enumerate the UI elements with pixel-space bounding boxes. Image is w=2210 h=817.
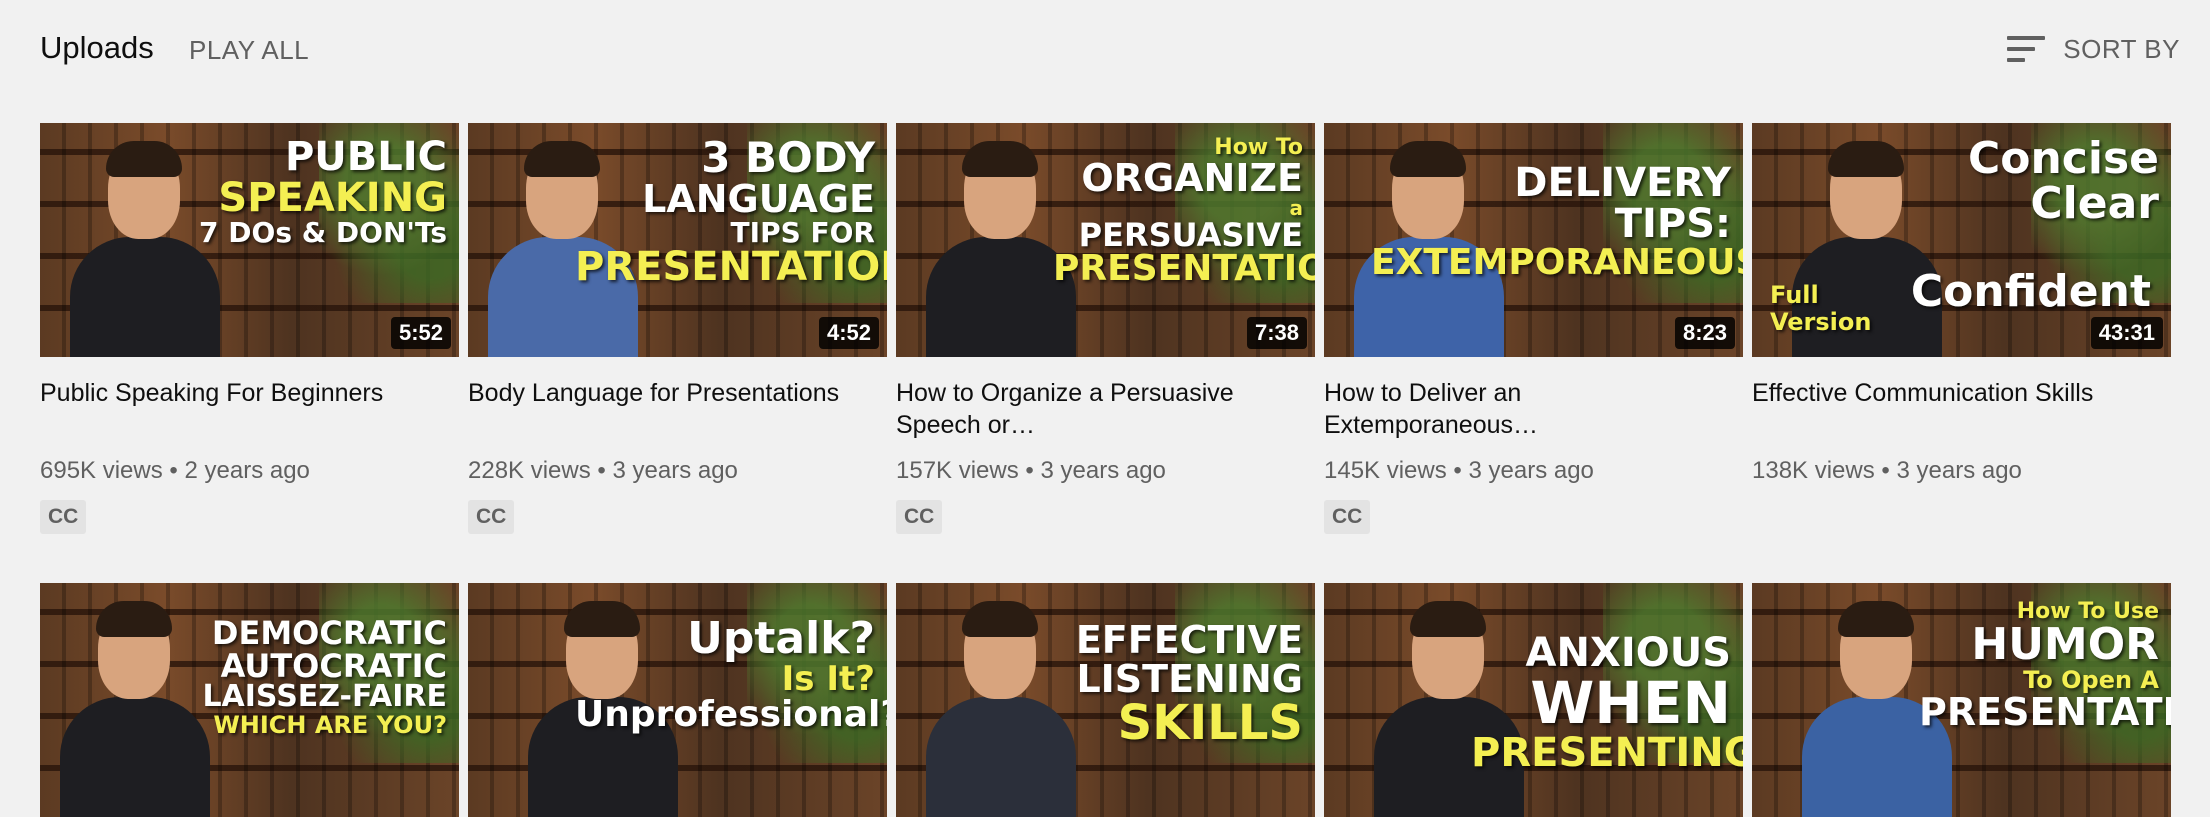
thumbnail-text: How To Use HUMOR To Open A PRESENTATION <box>1919 599 2171 734</box>
video-thumbnail[interactable]: 3 BODY LANGUAGE TIPS FOR PRESENTATIONS 4… <box>468 123 887 357</box>
cc-badge: CC <box>1324 500 1371 534</box>
video-thumbnail[interactable]: PUBLIC SPEAKING 7 DOs & DON'Ts 5:52 <box>40 123 459 357</box>
video-meta: 695K views • 2 years ago <box>40 457 310 484</box>
thumbnail-text: DEMOCRATIC AUTOCRATIC LAISSEZ-FAIRE WHIC… <box>202 614 447 739</box>
video-meta: 138K views • 3 years ago <box>1752 457 2022 484</box>
video-duration: 4:52 <box>818 317 879 349</box>
video-card[interactable]: 3 BODY LANGUAGE TIPS FOR PRESENTATIONS 4… <box>468 123 887 534</box>
video-card[interactable]: EFFECTIVE LISTENING SKILLS <box>896 583 1315 817</box>
thumbnail-text: Concise Clear <box>1967 133 2159 229</box>
cc-badge: CC <box>468 500 515 534</box>
video-thumbnail[interactable]: EFFECTIVE LISTENING SKILLS <box>896 583 1315 817</box>
video-thumbnail[interactable]: Concise Clear Full Version Confident 43:… <box>1752 123 2171 357</box>
video-thumbnail[interactable]: ANXIOUS WHEN PRESENTING? <box>1324 583 1743 817</box>
video-card[interactable]: How To Use HUMOR To Open A PRESENTATION <box>1752 583 2171 817</box>
view-count: 695K views <box>40 457 163 484</box>
video-card[interactable]: Concise Clear Full Version Confident 43:… <box>1752 123 2171 485</box>
video-card[interactable]: PUBLIC SPEAKING 7 DOs & DON'Ts 5:52 Publ… <box>40 123 459 534</box>
upload-age: 3 years ago <box>1040 457 1166 484</box>
upload-age: 2 years ago <box>184 457 310 484</box>
video-thumbnail[interactable]: How To Use HUMOR To Open A PRESENTATION <box>1752 583 2171 817</box>
video-meta: 228K views • 3 years ago <box>468 457 738 484</box>
thumbnail-text: PUBLIC SPEAKING 7 DOs & DON'Ts <box>199 134 447 249</box>
sort-icon <box>2007 34 2046 64</box>
thumbnail-text: ANXIOUS WHEN PRESENTING? <box>1471 630 1743 776</box>
thumbnail-text: DELIVERY TIPS: EXTEMPORANEOUS <box>1371 160 1743 283</box>
section-title: Uploads <box>40 30 154 65</box>
video-duration: 8:23 <box>1674 317 1735 349</box>
view-count: 228K views <box>468 457 591 484</box>
thumbnail-text: EFFECTIVE LISTENING SKILLS <box>1075 618 1303 751</box>
video-duration: 5:52 <box>390 317 451 349</box>
video-card[interactable]: DELIVERY TIPS: EXTEMPORANEOUS 8:23 How t… <box>1324 123 1743 534</box>
video-thumbnail[interactable]: Uptalk? Is It? Unprofessional? <box>468 583 887 817</box>
video-thumbnail[interactable]: DELIVERY TIPS: EXTEMPORANEOUS 8:23 <box>1324 123 1743 357</box>
sort-by-button[interactable]: SORT BY <box>2007 32 2180 66</box>
video-thumbnail[interactable]: How To ORGANIZE a PERSUASIVE PRESENTATIO… <box>896 123 1315 357</box>
sort-by-label: SORT BY <box>2063 33 2180 64</box>
uploads-header: Uploads PLAY ALL SORT BY <box>40 0 2180 100</box>
video-thumbnail[interactable]: DEMOCRATIC AUTOCRATIC LAISSEZ-FAIRE WHIC… <box>40 583 459 817</box>
video-title[interactable]: How to Deliver an Extemporaneous… <box>1324 377 1743 441</box>
video-title[interactable]: Effective Communication Skills <box>1752 377 2171 441</box>
video-meta: 157K views • 3 years ago <box>896 457 1166 484</box>
video-duration: 43:31 <box>2090 317 2163 349</box>
thumbnail-text-last: Confident <box>1910 266 2151 317</box>
cc-badge: CC <box>40 500 87 534</box>
video-meta: 145K views • 3 years ago <box>1324 457 1594 484</box>
view-count: 145K views <box>1324 457 1447 484</box>
view-count: 157K views <box>896 457 1019 484</box>
view-count: 138K views <box>1752 457 1875 484</box>
video-title[interactable]: Public Speaking For Beginners <box>40 377 459 441</box>
thumbnail-text: How To ORGANIZE a PERSUASIVE PRESENTATIO… <box>1053 135 1315 290</box>
video-title[interactable]: Body Language for Presentations <box>468 377 887 441</box>
upload-age: 3 years ago <box>1468 457 1594 484</box>
video-card[interactable]: Uptalk? Is It? Unprofessional? <box>468 583 887 817</box>
thumbnail-subtext: Full Version <box>1770 281 1872 336</box>
upload-age: 3 years ago <box>1896 457 2022 484</box>
thumbnail-text: 3 BODY LANGUAGE TIPS FOR PRESENTATIONS <box>575 133 887 291</box>
cc-badge: CC <box>896 500 943 534</box>
video-card[interactable]: DEMOCRATIC AUTOCRATIC LAISSEZ-FAIRE WHIC… <box>40 583 459 817</box>
video-card[interactable]: How To ORGANIZE a PERSUASIVE PRESENTATIO… <box>896 123 1315 534</box>
upload-age: 3 years ago <box>612 457 738 484</box>
thumbnail-text: Uptalk? Is It? Unprofessional? <box>575 613 887 735</box>
play-all-button[interactable]: PLAY ALL <box>189 35 309 66</box>
video-duration: 7:38 <box>1246 317 1307 349</box>
video-card[interactable]: ANXIOUS WHEN PRESENTING? <box>1324 583 1743 817</box>
video-title[interactable]: How to Organize a Persuasive Speech or… <box>896 377 1315 441</box>
